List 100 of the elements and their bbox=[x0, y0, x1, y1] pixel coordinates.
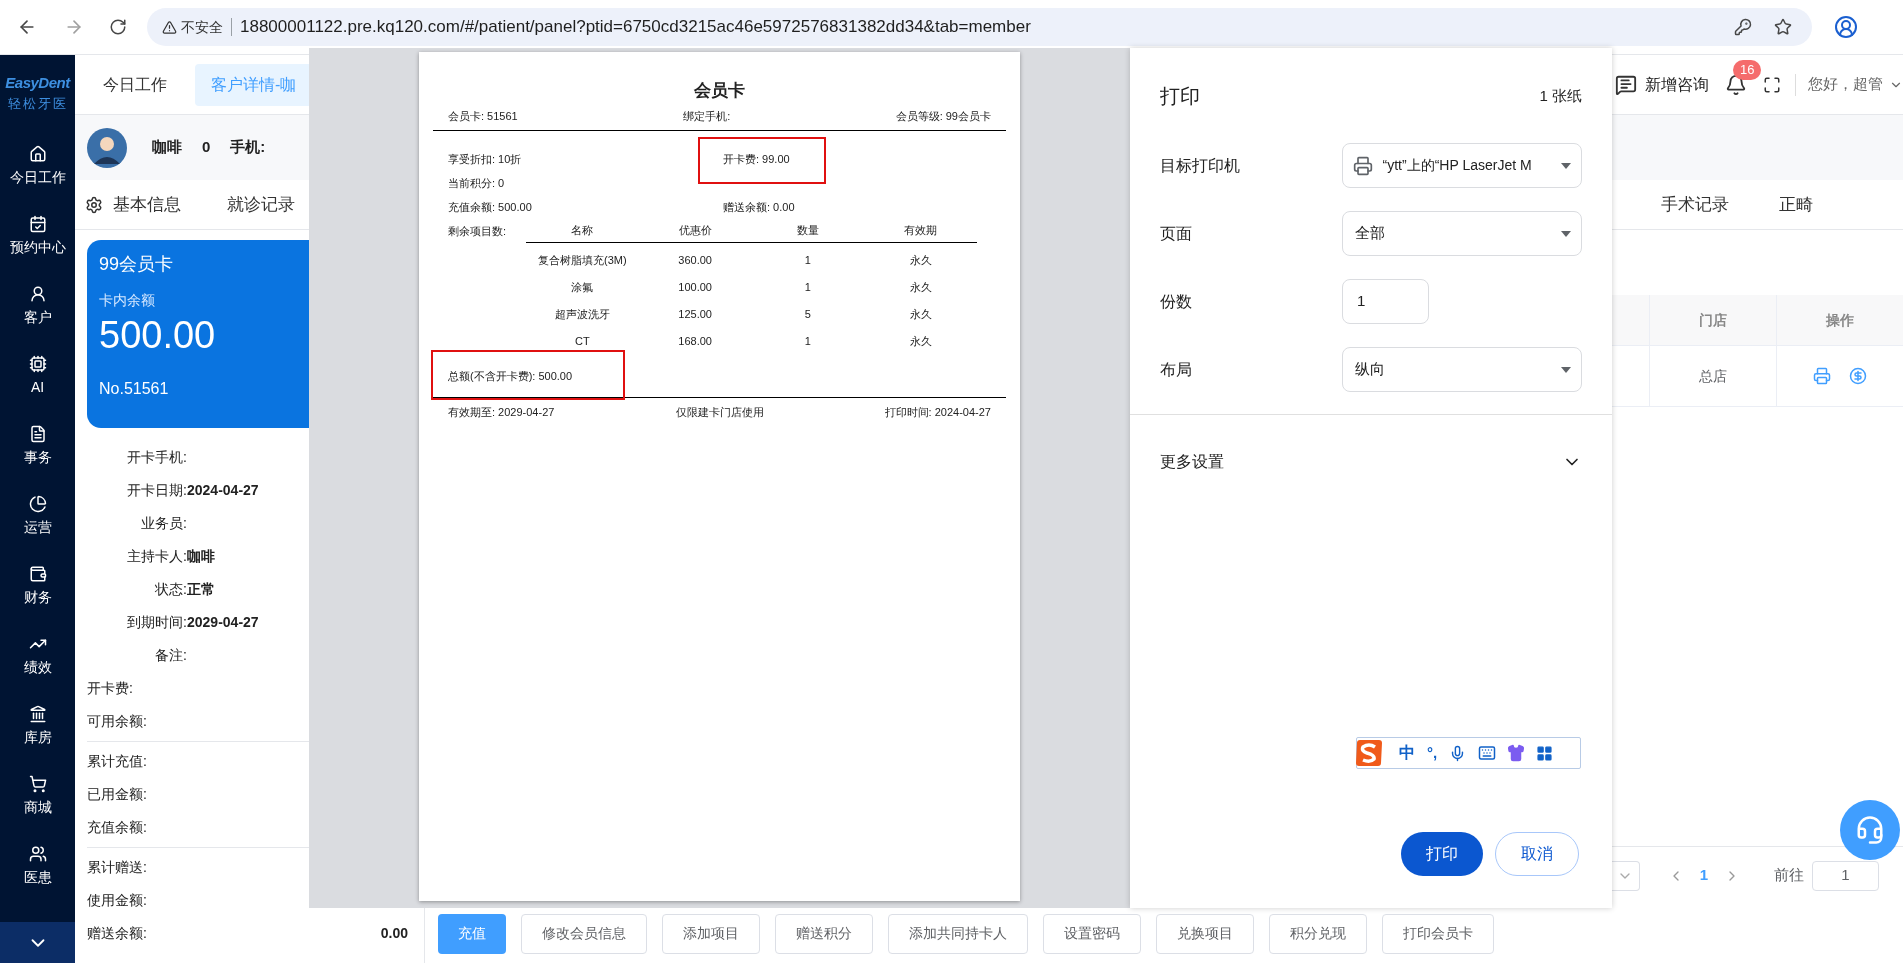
field-label: 累计赠送: bbox=[87, 858, 147, 877]
field-label: 布局 bbox=[1160, 359, 1193, 380]
keyboard-icon[interactable] bbox=[1478, 744, 1497, 762]
caret-icon bbox=[1561, 162, 1571, 169]
table-cell-text: CT bbox=[574, 334, 591, 350]
support-button[interactable] bbox=[1840, 800, 1900, 860]
chat-icon[interactable] bbox=[1615, 73, 1637, 96]
table-cell-text: 永久 bbox=[908, 307, 933, 323]
sidebar-item[interactable]: 商城 bbox=[0, 760, 75, 830]
punctuation-mode[interactable]: °, bbox=[1427, 741, 1438, 765]
phone-label: 手机: bbox=[230, 137, 266, 158]
action-button[interactable]: 兑换项目 bbox=[1156, 913, 1254, 954]
table-cell-text: 复合树脂填充(3M) bbox=[537, 253, 628, 269]
field-label: 累计充值: bbox=[87, 752, 147, 771]
shirt-icon[interactable] bbox=[1507, 744, 1526, 762]
preview-text: 充值余额: 500.00 bbox=[447, 199, 533, 215]
table-cell-text: 360.00 bbox=[677, 253, 713, 269]
sidebar-item[interactable]: 绩效 bbox=[0, 620, 75, 690]
field-value: 2024-04-27 bbox=[187, 481, 259, 500]
preview-text: 享受折扣: 10折 bbox=[447, 151, 523, 167]
logo-title: EasyDent bbox=[5, 72, 70, 93]
detail-tab[interactable]: 就诊记录 bbox=[227, 191, 295, 218]
logo-subtitle: 轻松牙医 bbox=[7, 94, 68, 113]
table-cell-text: 1 bbox=[803, 280, 812, 296]
cancel-button[interactable]: 取消 bbox=[1495, 832, 1579, 876]
preview-title: 会员卡 bbox=[693, 80, 746, 102]
select-field[interactable]: 全部 bbox=[1341, 211, 1582, 256]
detail-tab[interactable]: 手术记录 bbox=[1661, 191, 1729, 218]
sidebar-item[interactable]: 医患 bbox=[0, 830, 75, 900]
wallet-icon bbox=[28, 564, 47, 583]
action-button[interactable]: 赠送积分 bbox=[775, 913, 873, 954]
table-cell-text: 涂氟 bbox=[570, 280, 595, 296]
sidebar-item[interactable]: AI bbox=[0, 340, 75, 410]
sidebar-item[interactable]: 库房 bbox=[0, 690, 75, 760]
reload-icon[interactable] bbox=[109, 18, 127, 36]
sidebar-item[interactable]: 运营 bbox=[0, 480, 75, 550]
column-header: 数量 bbox=[795, 223, 820, 239]
url-text: 18800001122.pre.kq120.com/#/patient/panel?ptid=6750cd3215ac46e5972576831382dd34&tab=member bbox=[240, 16, 1031, 39]
page-tab[interactable]: 今日工作 bbox=[95, 63, 175, 106]
users-icon bbox=[28, 844, 47, 863]
action-button[interactable]: 添加项目 bbox=[662, 913, 760, 954]
consult-link[interactable]: 新增咨询 bbox=[1645, 72, 1709, 97]
printer-select[interactable]: “ytt”上的“HP LaserJet M bbox=[1341, 143, 1582, 188]
grid-icon[interactable] bbox=[1536, 744, 1554, 762]
printer-icon bbox=[1352, 155, 1373, 176]
field-value: 2029-04-27 bbox=[187, 613, 259, 632]
field-label: 开卡费: bbox=[87, 679, 133, 698]
profile-icon[interactable] bbox=[1834, 15, 1858, 39]
goto-input[interactable]: 1 bbox=[1812, 860, 1879, 891]
field-label: 开卡手机: bbox=[126, 448, 187, 467]
sidebar-item[interactable]: 财务 bbox=[0, 550, 75, 620]
sidebar-item[interactable]: 事务 bbox=[0, 410, 75, 480]
column-header: 操作 bbox=[1776, 295, 1903, 345]
preview-text: 开卡费: 99.00 bbox=[723, 151, 790, 167]
notification-badge: 16 bbox=[1733, 59, 1762, 80]
table-cell-text: 168.00 bbox=[677, 334, 713, 350]
field-label: 目标打印机 bbox=[1160, 155, 1241, 176]
print-button[interactable]: 打印 bbox=[1401, 832, 1483, 876]
user-icon bbox=[28, 284, 47, 303]
print-icon[interactable] bbox=[1813, 367, 1831, 385]
fullscreen-icon[interactable] bbox=[1763, 75, 1781, 94]
settings-icon[interactable] bbox=[85, 195, 103, 214]
action-button[interactable]: 添加共同持卡人 bbox=[888, 913, 1028, 954]
detail-tab[interactable]: 基本信息 bbox=[113, 191, 181, 218]
preview-text: 总额(不含开卡费): 500.00 bbox=[447, 368, 573, 384]
sheet-count: 1 张纸 bbox=[1539, 85, 1582, 106]
coin-icon[interactable] bbox=[1849, 367, 1867, 385]
document-icon bbox=[28, 424, 47, 443]
address-bar[interactable]: 不安全 18800001122.pre.kq120.com/#/patient/panel?ptid=6750cd3215ac46e5972576831382dd34&tab=member bbox=[147, 8, 1812, 46]
sidebar-item[interactable]: 客户 bbox=[0, 270, 75, 340]
preview-text: 打印时间: 2024-04-27 bbox=[884, 405, 991, 420]
field-label: 主持卡人: bbox=[126, 547, 187, 566]
table-cell: 总店 bbox=[1649, 346, 1776, 406]
sidebar-item[interactable]: 今日工作 bbox=[0, 130, 75, 200]
preview-text: 会员卡: 51561 bbox=[448, 109, 518, 124]
action-button[interactable]: 积分兑现 bbox=[1269, 913, 1367, 954]
more-settings-row[interactable]: 更多设置 bbox=[1130, 415, 1612, 509]
sidebar-item[interactable]: 预约中心 bbox=[0, 200, 75, 270]
action-button[interactable]: 设置密码 bbox=[1043, 913, 1141, 954]
copies-input[interactable]: 1 bbox=[1342, 279, 1429, 324]
detail-tab[interactable]: 正畸 bbox=[1779, 191, 1813, 218]
field-value: 咖啡 bbox=[187, 547, 215, 566]
select-field[interactable]: 纵向 bbox=[1341, 347, 1582, 392]
table-cell-text: 100.00 bbox=[677, 280, 713, 296]
patient-name: 咖啡 bbox=[152, 137, 182, 158]
table-cell-text: 永久 bbox=[908, 253, 933, 269]
card-number: No.51561 bbox=[99, 379, 170, 399]
bookmark-icon[interactable] bbox=[1774, 18, 1792, 36]
table-cell-text: 1 bbox=[803, 253, 812, 269]
field-label: 到期时间: bbox=[126, 613, 187, 632]
key-icon[interactable] bbox=[1734, 18, 1752, 36]
cart-icon bbox=[28, 774, 47, 793]
action-button[interactable]: 打印会员卡 bbox=[1382, 913, 1494, 954]
bell-icon[interactable] bbox=[1725, 73, 1747, 96]
language-mode[interactable]: 中 bbox=[1399, 741, 1415, 765]
warning-icon bbox=[162, 19, 177, 35]
field-label: 状态: bbox=[154, 580, 187, 599]
field-label: 开卡日期: bbox=[126, 481, 187, 500]
goto-label: 前往 bbox=[1774, 865, 1804, 886]
action-button[interactable]: 修改会员信息 bbox=[521, 913, 647, 954]
